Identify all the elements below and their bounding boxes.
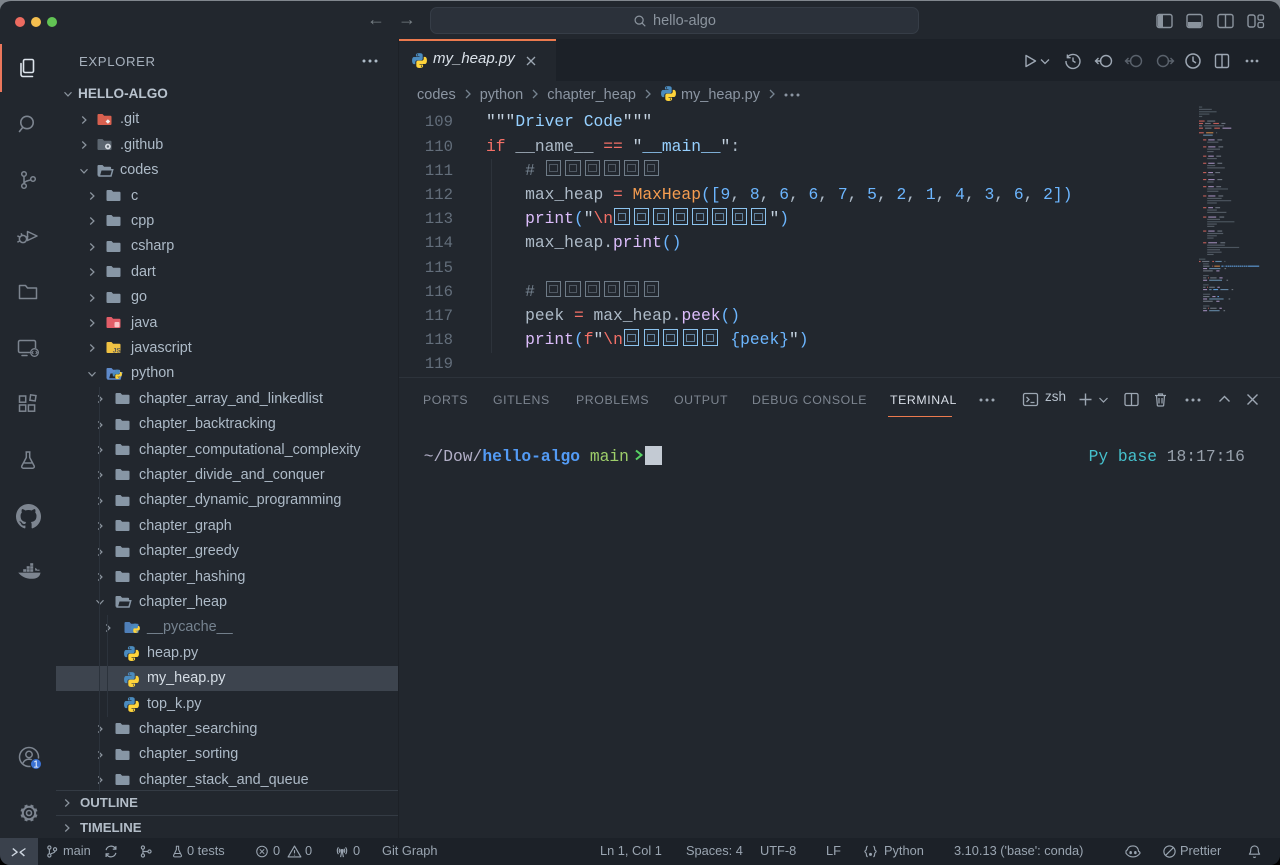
svg-text:JS: JS xyxy=(113,348,122,355)
svg-text:1: 1 xyxy=(33,760,39,770)
